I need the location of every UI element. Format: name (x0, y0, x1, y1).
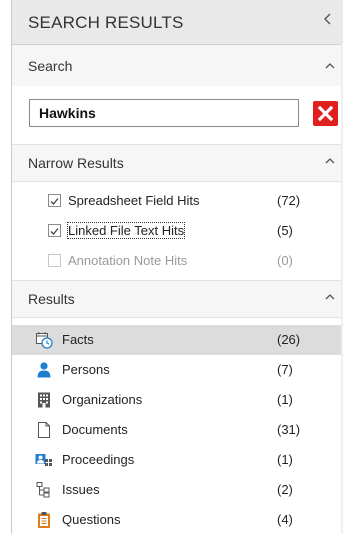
result-item-documents[interactable]: Documents (31) (12, 415, 343, 445)
chevron-up-icon (325, 158, 335, 164)
result-item-issues[interactable]: Issues (2) (12, 475, 343, 505)
result-count: (31) (277, 422, 301, 437)
search-section-header[interactable]: Search (12, 45, 343, 87)
result-item-questions[interactable]: Questions (4) (12, 505, 343, 535)
search-section-label: Search (28, 58, 73, 74)
chevron-up-icon (325, 63, 335, 69)
panel-title-bar: SEARCH RESULTS (12, 0, 343, 45)
filter-label: Spreadsheet Field Hits (68, 193, 200, 208)
result-label: Proceedings (62, 452, 135, 467)
narrow-results-label: Narrow Results (28, 155, 124, 171)
result-count: (26) (277, 332, 301, 347)
checkbox (48, 254, 61, 267)
result-item-persons[interactable]: Persons (7) (12, 355, 343, 385)
result-label: Organizations (62, 392, 143, 407)
result-count: (7) (277, 362, 293, 377)
search-results-panel: SEARCH RESULTS Search Narrow Results (12, 0, 343, 534)
result-count: (1) (277, 392, 293, 407)
filter-label: Annotation Note Hits (68, 253, 188, 268)
building-icon (38, 392, 50, 408)
calendar-clock-icon (36, 332, 53, 349)
filter-spreadsheet-field-hits[interactable]: Spreadsheet Field Hits (72) (12, 186, 343, 216)
result-count: (2) (277, 482, 293, 497)
person-icon (37, 362, 51, 378)
filter-count: (5) (277, 223, 293, 238)
left-edge-bar (0, 0, 12, 534)
result-count: (1) (277, 452, 293, 467)
checkmark-icon (50, 198, 59, 205)
result-label: Issues (62, 482, 100, 497)
result-item-organizations[interactable]: Organizations (1) (12, 385, 343, 415)
result-count: (4) (277, 512, 293, 527)
document-icon (38, 422, 50, 438)
close-icon (317, 105, 334, 122)
chevron-left-icon (324, 13, 331, 25)
clipboard-icon (38, 512, 50, 528)
results-label: Results (28, 291, 75, 307)
checkbox[interactable] (48, 224, 61, 237)
collapse-panel-button[interactable] (319, 12, 337, 30)
proceedings-icon (35, 454, 52, 466)
result-label: Persons (62, 362, 110, 377)
clear-search-button[interactable] (313, 101, 338, 126)
results-section-header[interactable]: Results (12, 280, 343, 318)
result-item-proceedings[interactable]: Proceedings (1) (12, 445, 343, 475)
search-input[interactable] (29, 99, 299, 127)
result-label: Questions (62, 512, 121, 527)
filter-linked-file-text-hits[interactable]: Linked File Text Hits (5) (12, 216, 343, 246)
narrow-results-section-header[interactable]: Narrow Results (12, 144, 343, 182)
filter-label: Linked File Text Hits (66, 222, 186, 239)
filter-count: (0) (277, 253, 293, 268)
result-label: Documents (62, 422, 128, 437)
search-row (12, 86, 343, 144)
result-item-facts[interactable]: Facts (26) (12, 325, 343, 355)
chevron-up-icon (325, 294, 335, 300)
result-label: Facts (62, 332, 94, 347)
filter-count: (72) (277, 193, 301, 208)
filter-annotation-note-hits: Annotation Note Hits (0) (12, 246, 343, 276)
panel-title: SEARCH RESULTS (28, 13, 184, 32)
checkbox[interactable] (48, 194, 61, 207)
issues-tree-icon (36, 482, 50, 498)
checkmark-icon (50, 228, 59, 235)
